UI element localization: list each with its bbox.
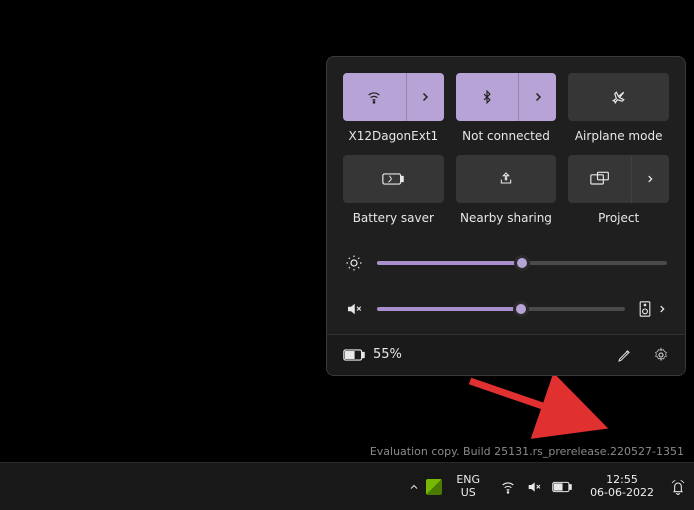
chevron-right-icon <box>645 174 655 184</box>
lang-secondary: US <box>461 487 476 499</box>
tile-airplane-label: Airplane mode <box>575 129 663 143</box>
volume-output-select[interactable] <box>639 301 667 317</box>
nearby-share-icon <box>497 171 515 187</box>
airplane-icon <box>610 88 628 106</box>
volume-mute-icon <box>345 300 363 318</box>
battery-icon <box>343 349 365 361</box>
nvidia-tray-icon[interactable] <box>426 479 442 495</box>
tile-wifi-label: X12DagonExt1 <box>348 129 438 143</box>
speaker-device-icon <box>639 301 651 317</box>
edit-button[interactable] <box>617 347 633 363</box>
tray-overflow-button[interactable] <box>408 481 420 493</box>
tile-project[interactable] <box>568 155 669 203</box>
battery-saver-icon <box>382 172 404 186</box>
wifi-tray-icon[interactable] <box>500 479 516 495</box>
chevron-right-icon <box>532 91 544 103</box>
tiles-grid: X12DagonExt1 Not connected <box>343 73 669 226</box>
settings-button[interactable] <box>653 347 669 363</box>
panel-body: X12DagonExt1 Not connected <box>327 57 685 334</box>
tile-wifi[interactable] <box>343 73 444 121</box>
chevron-right-icon <box>419 91 431 103</box>
tile-project-wrap: Project <box>568 155 669 225</box>
tile-wifi-expand[interactable] <box>406 73 444 121</box>
lang-primary: ENG <box>456 474 480 486</box>
taskbar: ENG US 12:55 06-06-2022 <box>0 462 694 510</box>
bluetooth-icon <box>480 89 494 105</box>
volume-tray-icon[interactable] <box>526 479 542 495</box>
evaluation-watermark: Evaluation copy. Build 25131.rs_prerelea… <box>370 445 684 458</box>
tile-battery-saver-label: Battery saver <box>353 211 434 225</box>
brightness-icon <box>345 254 363 272</box>
volume-slider[interactable] <box>377 307 625 311</box>
system-tray[interactable] <box>494 475 578 499</box>
notification-tray-icon[interactable] <box>670 479 686 495</box>
tile-airplane-wrap: Airplane mode <box>568 73 669 143</box>
tile-battery-saver[interactable] <box>343 155 444 203</box>
tile-nearby-wrap: Nearby sharing <box>456 155 557 225</box>
project-icon <box>590 171 610 187</box>
tile-project-toggle[interactable] <box>568 155 631 203</box>
tile-battery-saver-wrap: Battery saver <box>343 155 444 225</box>
tile-bluetooth-expand[interactable] <box>518 73 556 121</box>
language-indicator[interactable]: ENG US <box>448 470 488 502</box>
tile-nearby[interactable] <box>456 155 557 203</box>
tile-bluetooth[interactable] <box>456 73 557 121</box>
tile-bluetooth-label: Not connected <box>462 129 550 143</box>
brightness-slider[interactable] <box>377 261 667 265</box>
tile-bluetooth-toggle[interactable] <box>456 73 519 121</box>
tile-airplane[interactable] <box>568 73 669 121</box>
tile-wifi-toggle[interactable] <box>343 73 406 121</box>
footer-actions <box>617 347 669 363</box>
brightness-row <box>345 254 667 272</box>
tile-nearby-label: Nearby sharing <box>460 211 552 225</box>
volume-row <box>345 300 667 318</box>
clock[interactable]: 12:55 06-06-2022 <box>584 472 660 501</box>
battery-percent: 55% <box>373 347 402 362</box>
panel-footer: 55% <box>327 334 685 375</box>
battery-tray-icon[interactable] <box>552 481 572 493</box>
clock-time: 12:55 <box>606 474 638 487</box>
annotation-arrow <box>465 376 615 446</box>
tile-project-expand[interactable] <box>631 155 669 203</box>
sliders <box>343 254 669 318</box>
clock-date: 06-06-2022 <box>590 487 654 500</box>
chevron-right-icon <box>657 304 667 314</box>
quick-settings-panel: X12DagonExt1 Not connected <box>326 56 686 376</box>
tile-wifi-wrap: X12DagonExt1 <box>343 73 444 143</box>
tile-project-label: Project <box>598 211 639 225</box>
tile-bluetooth-wrap: Not connected <box>456 73 557 143</box>
wifi-icon <box>366 89 382 105</box>
footer-battery[interactable]: 55% <box>343 347 402 362</box>
